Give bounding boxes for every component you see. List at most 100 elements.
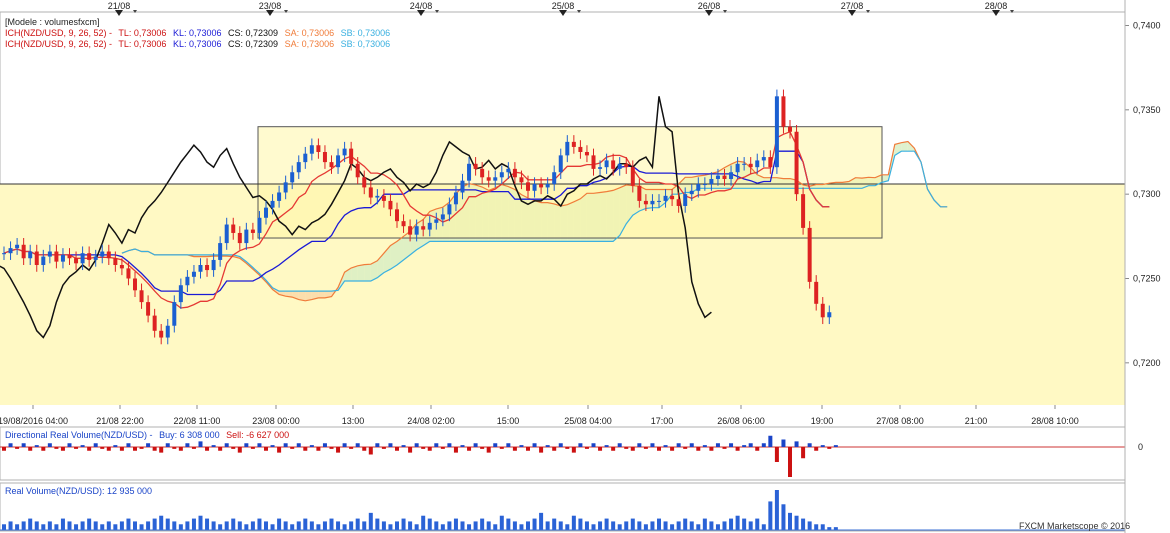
candle-body[interactable] (657, 200, 661, 202)
candle-body[interactable] (8, 248, 13, 254)
candle-body[interactable] (395, 209, 399, 222)
candle-body[interactable] (683, 194, 688, 206)
candle-body[interactable] (349, 148, 354, 164)
candle-body[interactable] (486, 177, 491, 181)
candle-body[interactable] (473, 163, 478, 169)
candle-body[interactable] (34, 251, 39, 266)
candle-body[interactable] (139, 290, 144, 303)
candle-body[interactable] (113, 258, 118, 266)
candle-body[interactable] (93, 256, 98, 260)
candle-body[interactable] (781, 96, 786, 127)
candle-body[interactable] (460, 180, 465, 193)
candle-body[interactable] (722, 175, 727, 179)
candle-body[interactable] (28, 251, 33, 259)
candle-body[interactable] (296, 162, 301, 173)
candle-body[interactable] (388, 200, 393, 210)
candle-body[interactable] (676, 199, 681, 206)
price-axis[interactable]: 0,7400 0,7350 0,7300 0,7250 0,7200 (1125, 20, 1161, 368)
candle-body[interactable] (630, 167, 635, 186)
candle-body[interactable] (21, 244, 26, 259)
candle-body[interactable] (355, 163, 360, 178)
candle-body[interactable] (709, 178, 714, 185)
candle-body[interactable] (532, 184, 537, 191)
candle-body[interactable] (342, 148, 347, 156)
candle-body[interactable] (165, 325, 170, 338)
candle-body[interactable] (604, 160, 609, 168)
candle-body[interactable] (689, 190, 694, 195)
candle-body[interactable] (231, 224, 236, 233)
candle-body[interactable] (218, 243, 223, 260)
candle-body[interactable] (696, 184, 701, 191)
candle-body[interactable] (742, 163, 747, 165)
candle-body[interactable] (774, 96, 779, 168)
candle-body[interactable] (624, 163, 629, 168)
candle-body[interactable] (381, 195, 386, 201)
candle-body[interactable] (41, 256, 46, 266)
candle-body[interactable] (761, 157, 766, 161)
candle-body[interactable] (146, 302, 151, 316)
candle-body[interactable] (453, 192, 458, 205)
candle-body[interactable] (185, 276, 190, 286)
candle-body[interactable] (440, 214, 445, 220)
candle-body[interactable] (270, 200, 275, 208)
candle-body[interactable] (539, 184, 544, 188)
candle-body[interactable] (715, 175, 720, 179)
candle-body[interactable] (119, 265, 124, 269)
candle-body[interactable] (526, 182, 530, 191)
candle-body[interactable] (316, 145, 321, 152)
candle-body[interactable] (303, 153, 308, 163)
candle-body[interactable] (512, 168, 517, 178)
candle-body[interactable] (755, 160, 760, 168)
candle-body[interactable] (368, 187, 373, 198)
candle-body[interactable] (290, 172, 295, 183)
candle-body[interactable] (309, 145, 314, 154)
candle-body[interactable] (427, 222, 432, 230)
candle-body[interactable] (198, 265, 203, 272)
candle-body[interactable] (748, 163, 753, 168)
candle-body[interactable] (788, 126, 792, 132)
candle-body[interactable] (133, 278, 137, 291)
candle-body[interactable] (519, 177, 524, 183)
candle-body[interactable] (827, 312, 832, 318)
candle-body[interactable] (801, 194, 806, 228)
candle-body[interactable] (375, 195, 380, 198)
candle-body[interactable] (401, 221, 406, 227)
candle-body[interactable] (60, 254, 65, 262)
candle-body[interactable] (74, 258, 79, 264)
candle-body[interactable] (159, 330, 164, 338)
candle-body[interactable] (637, 185, 642, 201)
candle-body[interactable] (571, 141, 576, 147)
candle-body[interactable] (47, 251, 52, 257)
candle-body[interactable] (558, 155, 563, 173)
candle-body[interactable] (499, 172, 504, 178)
candle-body[interactable] (735, 163, 740, 173)
candle-body[interactable] (545, 184, 550, 188)
candle-body[interactable] (152, 315, 157, 331)
candle-body[interactable] (650, 200, 655, 205)
candle-body[interactable] (178, 285, 183, 303)
candle-body[interactable] (106, 251, 111, 259)
candle-body[interactable] (663, 195, 668, 201)
candle-body[interactable] (329, 162, 334, 168)
candle-body[interactable] (598, 167, 603, 169)
candle-body[interactable] (611, 160, 616, 169)
candle-body[interactable] (814, 281, 819, 304)
candle-body[interactable] (408, 226, 413, 235)
candle-body[interactable] (224, 224, 229, 244)
candle-body[interactable] (67, 254, 72, 259)
candle-body[interactable] (191, 271, 196, 277)
candle-body[interactable] (729, 172, 734, 179)
candle-body[interactable] (552, 172, 557, 185)
candle-body[interactable] (2, 253, 6, 255)
candle-body[interactable] (322, 151, 327, 163)
candle-body[interactable] (362, 177, 367, 188)
candle-body[interactable] (591, 155, 596, 169)
candle-body[interactable] (434, 219, 439, 223)
candle-body[interactable] (584, 151, 589, 156)
candle-body[interactable] (87, 253, 92, 260)
candle-body[interactable] (702, 184, 707, 186)
candle-body[interactable] (283, 182, 288, 193)
candle-body[interactable] (205, 265, 210, 271)
candle-body[interactable] (336, 155, 341, 168)
candle-body[interactable] (493, 177, 498, 181)
